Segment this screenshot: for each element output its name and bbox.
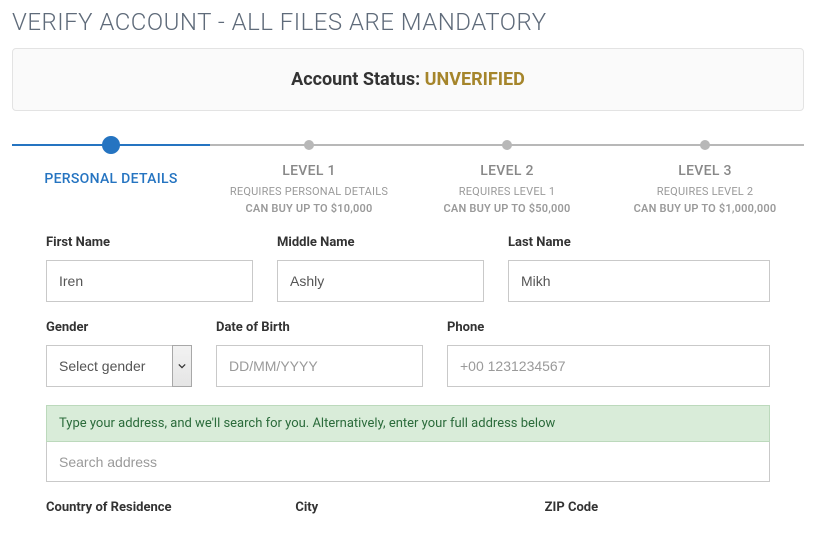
phone-label: Phone xyxy=(447,320,770,335)
address-hint: Type your address, and we'll search for … xyxy=(46,405,770,442)
stepper: PERSONAL DETAILS LEVEL 1 REQUIRES PERSON… xyxy=(12,139,804,215)
step-label: LEVEL 3 xyxy=(606,163,804,179)
step-limit: CAN BUY UP TO $50,000 xyxy=(408,202,606,215)
step-level-3[interactable]: LEVEL 3 REQUIRES LEVEL 2 CAN BUY UP TO $… xyxy=(606,139,804,215)
dob-label: Date of Birth xyxy=(216,320,423,335)
middle-name-field[interactable] xyxy=(277,260,484,302)
step-limit: CAN BUY UP TO $1,000,000 xyxy=(606,202,804,215)
country-label: Country of Residence xyxy=(46,500,271,515)
city-label: City xyxy=(295,500,520,515)
step-dot-icon xyxy=(502,140,512,150)
first-name-field[interactable] xyxy=(46,260,253,302)
dob-field[interactable] xyxy=(216,345,423,387)
step-label: LEVEL 2 xyxy=(408,163,606,179)
step-limit: CAN BUY UP TO $10,000 xyxy=(210,202,408,215)
last-name-field[interactable] xyxy=(508,260,770,302)
step-dot-icon xyxy=(700,140,710,150)
step-dot-icon xyxy=(102,136,120,154)
step-label: LEVEL 1 xyxy=(210,163,408,179)
step-requires: REQUIRES LEVEL 1 xyxy=(408,185,606,198)
middle-name-label: Middle Name xyxy=(277,235,484,250)
zip-label: ZIP Code xyxy=(545,500,770,515)
first-name-label: First Name xyxy=(46,235,253,250)
gender-label: Gender xyxy=(46,320,192,335)
search-address-field[interactable] xyxy=(46,442,770,482)
form: First Name Middle Name Last Name Gender … xyxy=(46,235,770,525)
step-personal-details[interactable]: PERSONAL DETAILS xyxy=(12,139,210,215)
step-requires: REQUIRES LEVEL 2 xyxy=(606,185,804,198)
step-dot-icon xyxy=(304,140,314,150)
status-value: UNVERIFIED xyxy=(425,69,525,90)
step-level-1[interactable]: LEVEL 1 REQUIRES PERSONAL DETAILS CAN BU… xyxy=(210,139,408,215)
status-label: Account Status: xyxy=(291,69,425,90)
step-requires: REQUIRES PERSONAL DETAILS xyxy=(210,185,408,198)
step-label: PERSONAL DETAILS xyxy=(12,171,210,187)
gender-select[interactable]: Select gender xyxy=(46,345,192,387)
step-level-2[interactable]: LEVEL 2 REQUIRES LEVEL 1 CAN BUY UP TO $… xyxy=(408,139,606,215)
phone-field[interactable] xyxy=(447,345,770,387)
page-title: VERIFY ACCOUNT - ALL FILES ARE MANDATORY xyxy=(0,0,816,48)
last-name-label: Last Name xyxy=(508,235,770,250)
account-status-box: Account Status: UNVERIFIED xyxy=(12,48,804,111)
